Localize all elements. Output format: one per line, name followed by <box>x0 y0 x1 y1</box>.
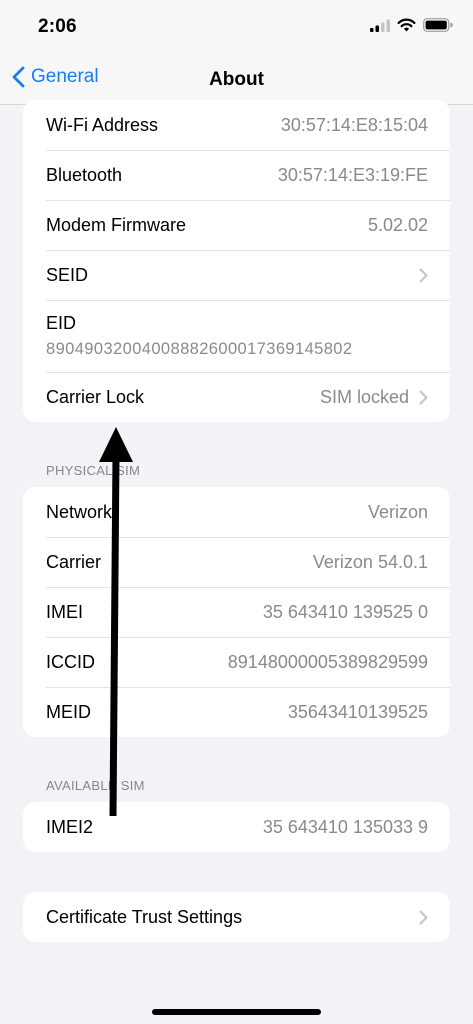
physical-sim-header: PHYSICAL SIM <box>46 463 141 478</box>
available-sim-group: IMEI2 35 643410 135033 9 <box>23 802 450 852</box>
battery-icon <box>423 18 453 32</box>
wifi-icon <box>397 18 416 32</box>
modem-firmware-row: Modem Firmware 5.02.02 <box>23 200 450 250</box>
chevron-right-icon <box>419 268 428 283</box>
row-value: SIM locked <box>319 386 409 407</box>
imei2-row: IMEI2 35 643410 135033 9 <box>23 802 450 852</box>
row-value: 30:57:14:E3:19:FE <box>277 164 428 185</box>
certificate-trust-settings-row[interactable]: Certificate Trust Settings <box>23 892 450 942</box>
row-label: Wi-Fi Address <box>46 114 159 135</box>
row-label: EID <box>46 313 77 333</box>
bluetooth-row: Bluetooth 30:57:14:E3:19:FE <box>23 150 450 200</box>
status-bar: 2:06 <box>0 0 473 56</box>
eid-row: EID 89049032004008882600017369145802 <box>23 300 450 372</box>
physical-sim-group: Network Verizon Carrier Verizon 54.0.1 I… <box>23 487 450 737</box>
status-icons <box>370 18 453 32</box>
iccid-row: ICCID 89148000005389829599 <box>23 637 450 687</box>
carrier-row: Carrier Verizon 54.0.1 <box>23 537 450 587</box>
navigation-bar: General About <box>0 56 473 105</box>
row-label: IMEI2 <box>46 816 94 837</box>
row-value: 35 643410 139525 0 <box>262 601 428 622</box>
row-label: Bluetooth <box>46 164 123 185</box>
row-value: 35 643410 135033 9 <box>262 816 428 837</box>
page-title: About <box>209 69 264 90</box>
chevron-right-icon <box>419 390 428 405</box>
row-label: Carrier Lock <box>46 386 145 407</box>
row-label: Modem Firmware <box>46 214 187 235</box>
cellular-signal-icon <box>370 19 390 32</box>
certificate-group: Certificate Trust Settings <box>23 892 450 942</box>
wifi-address-row: Wi-Fi Address 30:57:14:E8:15:04 <box>23 100 450 150</box>
device-info-group: Wi-Fi Address 30:57:14:E8:15:04 Bluetoot… <box>23 100 450 422</box>
carrier-lock-row[interactable]: Carrier Lock SIM locked <box>23 372 450 422</box>
row-label: Carrier <box>46 551 102 572</box>
imei-row: IMEI 35 643410 139525 0 <box>23 587 450 637</box>
row-label: Network <box>46 501 113 522</box>
row-value: 89049032004008882600017369145802 <box>46 340 353 358</box>
seid-row[interactable]: SEID <box>23 250 450 300</box>
row-value: 5.02.02 <box>367 214 428 235</box>
row-label: IMEI <box>46 601 84 622</box>
status-time: 2:06 <box>38 16 77 37</box>
home-indicator <box>152 1009 321 1015</box>
row-label: MEID <box>46 701 91 722</box>
row-value: 35643410139525 <box>287 701 428 722</box>
available-sim-header: AVAILABLE SIM <box>46 778 145 793</box>
row-value: Verizon 54.0.1 <box>312 551 428 572</box>
network-row: Network Verizon <box>23 487 450 537</box>
row-label: ICCID <box>46 651 95 672</box>
chevron-right-icon <box>419 910 428 925</box>
meid-row: MEID 35643410139525 <box>23 687 450 737</box>
row-value: 30:57:14:E8:15:04 <box>280 114 428 135</box>
row-value: 89148000005389829599 <box>227 651 428 672</box>
row-value: Verizon <box>367 501 428 522</box>
row-label: Certificate Trust Settings <box>46 906 243 927</box>
row-label: SEID <box>46 264 89 285</box>
